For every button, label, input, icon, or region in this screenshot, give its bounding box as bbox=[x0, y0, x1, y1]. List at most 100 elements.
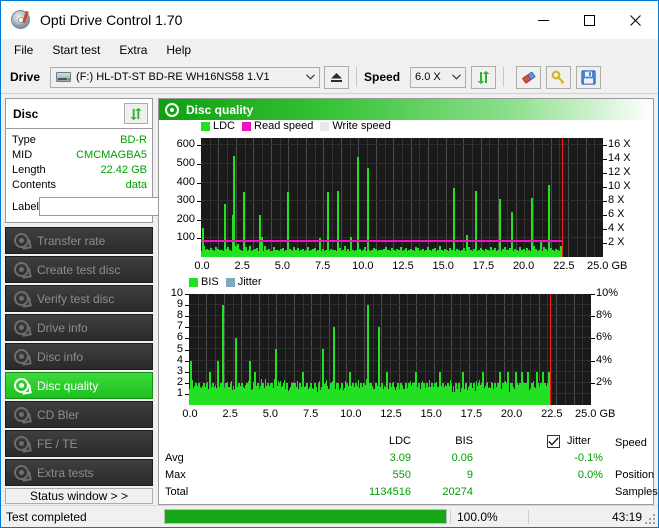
toolbar-divider-1 bbox=[356, 67, 357, 87]
sidebar-item-cd-bler[interactable]: CD Bler bbox=[5, 401, 153, 428]
resize-grip[interactable] bbox=[645, 514, 655, 524]
chevron-down-icon bbox=[301, 74, 319, 80]
legend-item: Jitter bbox=[226, 276, 262, 288]
y-axis-tick-label: 4 bbox=[159, 354, 183, 366]
sidebar-item-label: CD Bler bbox=[37, 408, 79, 422]
key-button[interactable] bbox=[546, 66, 571, 89]
sidebar-item-disc-quality[interactable]: Disc quality bbox=[5, 372, 153, 399]
chart-legend: LDCRead speedWrite speed bbox=[201, 120, 398, 132]
menu-item-start-test[interactable]: Start test bbox=[48, 41, 109, 60]
disc-row-mid-key: MID bbox=[12, 148, 32, 163]
x-axis-tick-label: 15.0 bbox=[414, 408, 448, 420]
y-axis-tick-label: 3 bbox=[159, 365, 183, 377]
y2-axis-tick-label: 10 X bbox=[608, 180, 631, 192]
sidebar-item-label: FE / TE bbox=[37, 437, 77, 451]
y-axis-tick-label: 100 bbox=[159, 231, 195, 243]
legend-swatch bbox=[201, 122, 210, 131]
app-disc-icon bbox=[10, 9, 32, 31]
sidebar-nav: Transfer rate Create test disc Verify te… bbox=[5, 227, 153, 488]
chart-legend: BIS Jitter bbox=[189, 276, 269, 288]
disc-row-type-key: Type bbox=[12, 133, 36, 148]
chevron-down-icon bbox=[447, 74, 465, 80]
x-axis-tick-label: 10.0 bbox=[346, 260, 380, 272]
drive-select[interactable]: (F:) HL-DT-ST BD-RE WH16NS58 1.V1 bbox=[50, 67, 320, 88]
sidebar-item-label: Create test disc bbox=[37, 263, 120, 277]
disc-icon bbox=[13, 261, 30, 278]
disc-quality-icon bbox=[165, 103, 179, 117]
y2-axis-tick-label: 8 X bbox=[608, 194, 625, 206]
x-axis-tick-label: 17.5 bbox=[466, 260, 500, 272]
disc-icon bbox=[13, 464, 30, 481]
disc-panel-header: Disc bbox=[6, 99, 152, 129]
sidebar-item-disc-info[interactable]: Disc info bbox=[5, 343, 153, 370]
sidebar-item-label: Disc info bbox=[37, 350, 83, 364]
y-axis-tick-label: 1 bbox=[159, 387, 183, 399]
app-window: Opti Drive Control 1.70 File Start test … bbox=[0, 0, 659, 528]
sidebar-item-drive-info[interactable]: Drive info bbox=[5, 314, 153, 341]
stats-avg-bis: 0.06 bbox=[417, 452, 473, 464]
x-axis-tick-label: 20.0 bbox=[495, 408, 529, 420]
y2-axis-tick-label: 12 X bbox=[608, 166, 631, 178]
legend-item: Write speed bbox=[320, 120, 391, 132]
disc-quality-panel: Disc quality LDCRead speedWrite speed100… bbox=[158, 98, 654, 505]
sidebar-item-create-test-disc[interactable]: Create test disc bbox=[5, 256, 153, 283]
y-axis-tick-label: 400 bbox=[159, 176, 195, 188]
end-marker bbox=[550, 294, 551, 405]
y-axis-tick-label: 2 bbox=[159, 376, 183, 388]
disc-row-length-key: Length bbox=[12, 163, 46, 178]
refresh-icon bbox=[476, 70, 491, 85]
stats-max-ldc: 550 bbox=[355, 469, 411, 481]
speed-stat-label: Speed bbox=[615, 437, 647, 449]
y-axis-tick-label: 7 bbox=[159, 320, 183, 332]
close-icon[interactable] bbox=[612, 1, 658, 39]
disc-row-type-value: BD-R bbox=[120, 133, 147, 148]
menu-bar: File Start test Extra Help bbox=[1, 39, 658, 61]
window-title: Opti Drive Control 1.70 bbox=[40, 12, 182, 28]
x-axis-tick-label: 25.0 GB bbox=[575, 408, 609, 420]
menu-item-file[interactable]: File bbox=[10, 41, 42, 60]
sidebar-item-label: Verify test disc bbox=[37, 292, 114, 306]
maximize-icon[interactable] bbox=[566, 1, 612, 39]
y2-axis-tick-label: 2% bbox=[596, 376, 612, 388]
eraser-icon bbox=[521, 70, 537, 85]
legend-swatch bbox=[226, 278, 235, 287]
save-icon bbox=[581, 70, 596, 85]
sidebar-item-transfer-rate[interactable]: Transfer rate bbox=[5, 227, 153, 254]
sidebar-item-label: Disc quality bbox=[37, 379, 98, 393]
legend-label: BIS bbox=[201, 276, 219, 288]
y-axis-tick-label: 600 bbox=[159, 138, 195, 150]
x-axis-tick-label: 5.0 bbox=[253, 408, 287, 420]
stats-row-avg-label: Avg bbox=[165, 452, 184, 464]
progress-bar bbox=[164, 509, 447, 524]
eraser-button[interactable] bbox=[516, 66, 541, 89]
disc-row-mid: MID CMCMAGBA5 bbox=[12, 148, 147, 163]
legend-label: Write speed bbox=[332, 120, 391, 132]
sidebar-item-verify-test-disc[interactable]: Verify test disc bbox=[5, 285, 153, 312]
sidebar-item-extra-tests[interactable]: Extra tests bbox=[5, 459, 153, 486]
disc-icon bbox=[13, 406, 30, 423]
disc-refresh-button[interactable] bbox=[124, 103, 148, 124]
eject-button[interactable] bbox=[324, 66, 349, 89]
x-axis-tick-label: 2.5 bbox=[225, 260, 259, 272]
y2-axis-tick-label: 16 X bbox=[608, 138, 631, 150]
jitter-checkbox[interactable] bbox=[547, 435, 560, 448]
menu-item-help[interactable]: Help bbox=[162, 41, 200, 60]
save-button[interactable] bbox=[576, 66, 601, 89]
speed-select[interactable]: 6.0 X bbox=[410, 67, 466, 88]
legend-item: LDC bbox=[201, 120, 235, 132]
stats-panel: LDC BIS Jitter Avg 3.09 0.06 -0.1% Max 5… bbox=[159, 432, 653, 504]
minimize-icon[interactable] bbox=[520, 1, 566, 39]
sidebar-item-fe-te[interactable]: FE / TE bbox=[5, 430, 153, 457]
stats-col-ldc: LDC bbox=[355, 435, 411, 447]
sidebar-item-label: Transfer rate bbox=[37, 234, 105, 248]
x-axis-tick-label: 7.5 bbox=[306, 260, 340, 272]
refresh-icon bbox=[129, 107, 143, 121]
check-icon bbox=[548, 437, 559, 446]
charts-area: LDCRead speedWrite speed1002003004005006… bbox=[159, 120, 653, 432]
menu-item-extra[interactable]: Extra bbox=[115, 41, 156, 60]
window-controls bbox=[520, 1, 658, 39]
stats-row-max-label: Max bbox=[165, 469, 186, 481]
status-window-button[interactable]: Status window > > bbox=[5, 488, 153, 504]
refresh-button[interactable] bbox=[471, 66, 496, 89]
disc-row-type: Type BD-R bbox=[12, 133, 147, 148]
